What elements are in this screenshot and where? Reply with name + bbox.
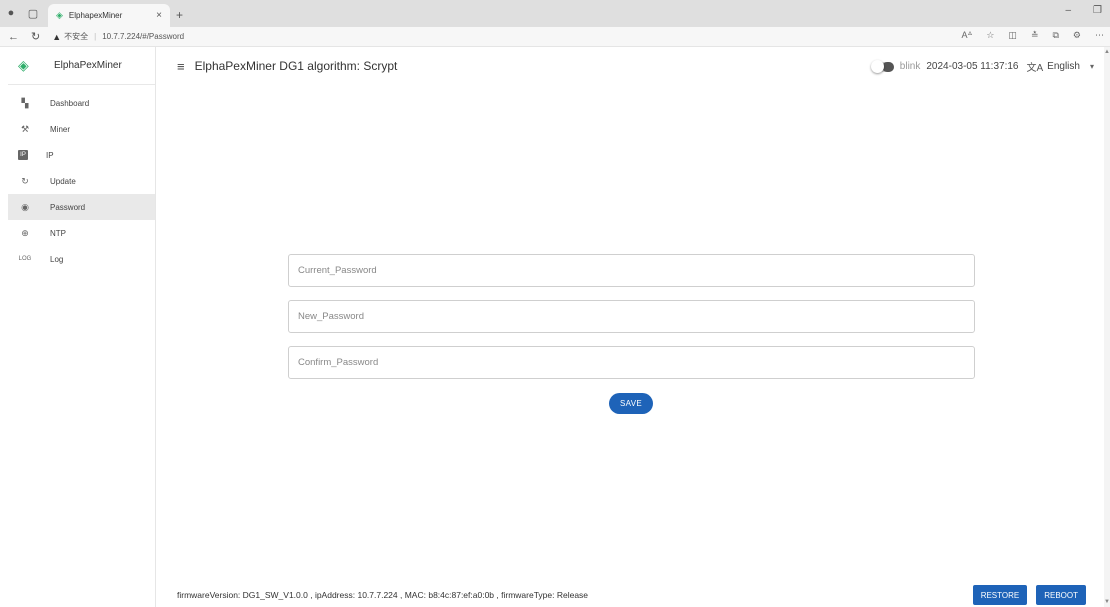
language-select[interactable]: English [1047,61,1080,72]
update-icon: ↻ [21,175,29,186]
page-scrollbar[interactable]: ▲ ▼ [1104,47,1110,607]
tab-title: ElphapexMiner [68,11,123,20]
split-screen-icon[interactable]: ◫ [1008,30,1017,41]
address-separator: | [94,32,97,41]
datetime-display: 2024-03-05 11:37:16 [926,61,1019,72]
sidebar-item-label: IP [46,150,54,160]
password-icon: ◉ [21,201,29,212]
scroll-down-icon[interactable]: ▼ [1104,599,1110,605]
brand-logo-icon: ◈ [18,57,29,73]
toggle-knob [870,59,884,73]
tab-strip: ● ▢ ◈ ElphapexMiner × + – ❐ [0,0,1110,27]
sidebar-item-miner[interactable]: ⚒ Miner [8,116,155,142]
more-icon[interactable]: ⋯ [1095,30,1104,41]
main-content: ≡ ElphaPexMiner DG1 algorithm: Scrypt bl… [157,47,1104,607]
browser-tab[interactable]: ◈ ElphapexMiner × [48,4,170,27]
favorites-icon[interactable]: ≛ [1031,30,1039,41]
log-icon: LOG [18,256,32,262]
tab-actions-icon[interactable]: ▢ [22,2,44,24]
page-title: ElphaPexMiner DG1 algorithm: Scrypt [194,59,398,73]
brand-name: ElphaPexMiner [54,60,122,71]
restore-button[interactable]: RESTORE [972,585,1028,605]
sidebar-item-label: Log [50,254,64,264]
ip-icon: IP [18,150,28,160]
header: ≡ ElphaPexMiner DG1 algorithm: Scrypt bl… [157,47,1104,85]
confirm-password-field [288,346,975,379]
minimize-icon[interactable]: – [1065,5,1071,16]
current-password-field [288,254,975,287]
read-aloud-icon[interactable]: Aᐞ [961,30,972,41]
back-icon[interactable]: ← [8,31,19,43]
sidebar-nav: ▚ Dashboard ⚒ Miner IP IP ↻ Update ◉ Pas… [8,90,155,272]
warning-icon[interactable]: ▲ [52,32,61,42]
sidebar-item-password[interactable]: ◉ Password [8,194,155,220]
reboot-button[interactable]: REBOOT [1036,585,1086,605]
save-button[interactable]: SAVE [609,393,653,414]
sidebar-item-log[interactable]: LOG Log [8,246,155,272]
refresh-icon[interactable]: ↻ [31,30,40,43]
sidebar-item-label: Dashboard [50,98,90,108]
sidebar-item-label: Password [50,202,86,212]
scroll-up-icon[interactable]: ▲ [1104,49,1110,55]
window-controls: – ❐ [1065,5,1102,16]
insecure-label[interactable]: 不安全 [64,31,88,42]
favicon-icon: ◈ [56,10,63,20]
translate-icon: 文A [1026,63,1044,74]
header-controls: blink 2024-03-05 11:37:16 文A English ▾ [870,59,1094,74]
browser-toolbar: Aᐞ ☆ ◫ ≛ ⧉ ⚙ ⋯ [961,30,1104,41]
current-password-input[interactable] [298,265,974,276]
sidebar-item-dashboard[interactable]: ▚ Dashboard [8,90,155,116]
menu-icon[interactable]: ≡ [177,59,185,74]
sidebar-item-update[interactable]: ↻ Update [8,168,155,194]
favorite-star-icon[interactable]: ☆ [986,30,994,41]
sidebar-item-label: NTP [50,228,66,238]
sidebar: ◈ ElphaPexMiner ▚ Dashboard ⚒ Miner IP I… [8,47,156,607]
footer: firmwareVersion: DG1_SW_V1.0.0 , ipAddre… [157,582,1104,607]
new-password-field [288,300,975,333]
footer-actions: RESTORE REBOOT [972,585,1086,605]
sidebar-item-label: Miner [50,124,71,134]
profile-icon[interactable]: ● [0,2,22,24]
new-password-input[interactable] [298,311,974,322]
miner-app: ◈ ElphaPexMiner ▚ Dashboard ⚒ Miner IP I… [0,47,1104,607]
brand: ◈ ElphaPexMiner [8,47,155,85]
collections-icon[interactable]: ⧉ [1052,30,1058,41]
dashboard-icon: ▚ [21,97,29,108]
tab-close-icon[interactable]: × [156,10,162,21]
ntp-icon: ⊕ [21,227,29,238]
address-bar: ← ↻ ▲ 不安全 | 10.7.7.224/#/Password Aᐞ ☆ ◫… [0,27,1110,47]
new-tab-button[interactable]: + [176,8,183,22]
chevron-down-icon[interactable]: ▾ [1090,62,1094,71]
extensions-icon[interactable]: ⚙ [1073,30,1081,41]
blink-toggle[interactable] [870,59,894,73]
confirm-password-input[interactable] [298,357,974,368]
firmware-info: firmwareVersion: DG1_SW_V1.0.0 , ipAddre… [177,589,589,600]
password-form: SAVE [288,254,976,414]
restore-window-icon[interactable]: ❐ [1093,5,1102,16]
browser-window: ● ▢ ◈ ElphapexMiner × + – ❐ ← ↻ ▲ 不安全 | … [0,0,1110,607]
sidebar-item-ip[interactable]: IP IP [8,142,155,168]
miner-icon: ⚒ [20,123,30,134]
blink-label: blink [899,61,921,72]
url-input[interactable]: 10.7.7.224/#/Password [102,32,184,41]
sidebar-item-label: Update [50,176,76,186]
sidebar-item-ntp[interactable]: ⊕ NTP [8,220,155,246]
